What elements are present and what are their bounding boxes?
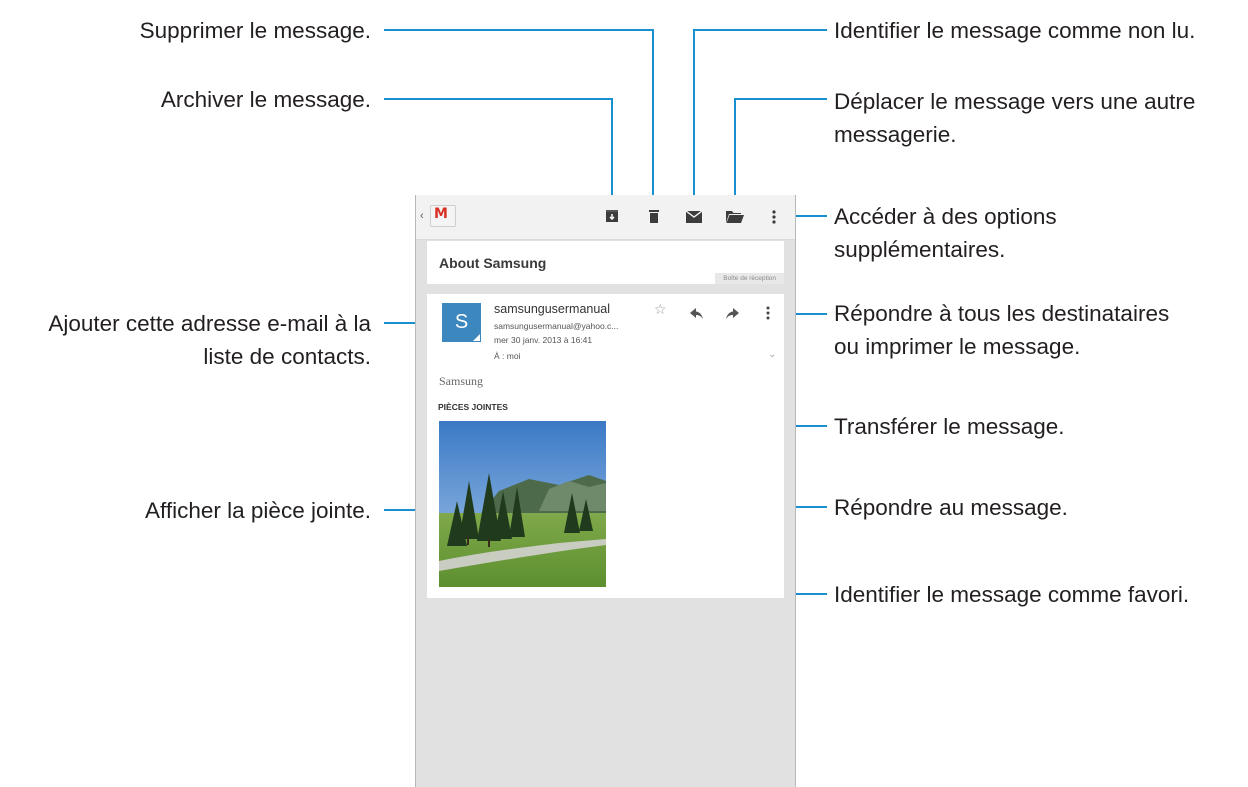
chevron-down-icon[interactable]: ⌄ <box>768 349 776 360</box>
callout-view-attachment: Afficher la pièce jointe. <box>145 498 371 523</box>
gmail-logo-icon[interactable]: M <box>430 205 456 227</box>
inbox-label-chip[interactable]: Boîte de réception <box>715 273 784 284</box>
forward-icon[interactable] <box>725 308 739 320</box>
sender-avatar[interactable]: S <box>442 303 481 342</box>
callout-add-contact-line2: liste de contacts. <box>203 344 371 369</box>
callout-forward: Transférer le message. <box>834 414 1065 439</box>
leader-move-h <box>734 98 827 100</box>
callout-move-line2: messagerie. <box>834 122 957 147</box>
reply-icon[interactable] <box>690 308 704 320</box>
callout-more-options: Accéder à des options supplémentaires. <box>834 200 1057 266</box>
callout-reply-all: Répondre à tous les destinataires ou imp… <box>834 297 1169 363</box>
attachments-heading: PIÈCES JOINTES <box>438 402 508 412</box>
landscape-image-icon <box>439 421 606 587</box>
message-overflow-icon[interactable] <box>766 306 770 320</box>
callout-move-line1: Déplacer le message vers une autre <box>834 89 1196 114</box>
callout-more-options-line2: supplémentaires. <box>834 237 1006 262</box>
mail-unread-icon[interactable] <box>686 211 702 223</box>
folder-move-icon[interactable] <box>726 210 744 223</box>
callout-reply: Répondre au message. <box>834 495 1068 520</box>
avatar-initial: S <box>454 311 469 333</box>
star-icon[interactable]: ☆ <box>654 302 667 318</box>
leader-delete-h <box>384 29 653 31</box>
delete-icon[interactable] <box>648 209 660 224</box>
gmail-logo-letter: M <box>434 206 448 222</box>
archive-icon[interactable] <box>605 209 619 223</box>
callout-reply-all-line1: Répondre à tous les destinataires <box>834 301 1170 326</box>
message-recipient: À : moi <box>494 351 521 361</box>
action-bar: ‹ M <box>416 195 795 240</box>
message-date: mer 30 janv. 2013 à 16:41 <box>494 335 593 345</box>
leader-archive-v <box>611 98 613 205</box>
leader-unread-v <box>693 29 695 205</box>
phone-screen: ‹ M About Samsung Boîte de réception S s… <box>415 195 796 787</box>
sender-email: samsungusermanual@yahoo.c... <box>494 321 619 331</box>
attachment-photo[interactable] <box>439 421 606 587</box>
back-chevron-icon[interactable]: ‹ <box>420 210 424 222</box>
callout-mark-unread: Identifier le message comme non lu. <box>834 18 1196 43</box>
overflow-menu-icon[interactable] <box>772 210 776 224</box>
subject-card: About Samsung Boîte de réception <box>427 241 784 284</box>
callout-delete: Supprimer le message. <box>139 18 371 43</box>
callout-move: Déplacer le message vers une autre messa… <box>834 85 1195 151</box>
callout-add-contact-line1: Ajouter cette adresse e-mail à la <box>48 311 371 336</box>
callout-reply-all-line2: ou imprimer le message. <box>834 334 1081 359</box>
leader-delete-v <box>652 29 654 205</box>
callout-add-contact: Ajouter cette adresse e-mail à la liste … <box>48 307 371 373</box>
callout-favorite: Identifier le message comme favori. <box>834 582 1190 607</box>
callout-more-options-line1: Accéder à des options <box>834 204 1057 229</box>
avatar-corner-icon <box>473 334 480 341</box>
leader-move-v <box>734 98 736 205</box>
leader-archive-h <box>384 98 612 100</box>
callout-archive: Archiver le message. <box>160 87 371 112</box>
leader-unread-h <box>693 29 827 31</box>
message-subject: About Samsung <box>439 255 547 271</box>
sender-name: samsungusermanual <box>494 302 611 316</box>
message-body: Samsung <box>439 374 484 388</box>
message-card: S samsungusermanual samsungusermanual@ya… <box>427 294 784 598</box>
